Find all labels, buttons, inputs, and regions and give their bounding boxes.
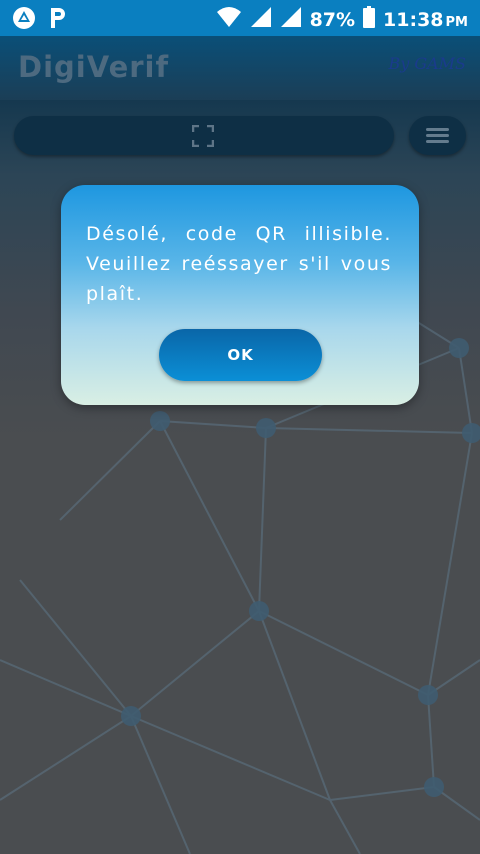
status-bar: 87% 11:38 PM <box>0 0 480 36</box>
status-bar-notifications <box>12 6 68 34</box>
clock-time: 11:38 <box>383 8 444 31</box>
cellular-signal-icon <box>250 6 272 33</box>
battery-percent: 87% <box>309 8 356 31</box>
clock: 11:38 PM <box>383 9 468 31</box>
battery-icon <box>363 6 376 33</box>
error-dialog: Désolé, code QR illisible. Veuillez reés… <box>61 185 419 405</box>
app-bar: DigiVerif By GAMS <box>0 36 480 100</box>
menu-button[interactable] <box>409 116 466 155</box>
wifi-icon <box>216 6 242 33</box>
qr-scan-frame-icon[interactable] <box>191 124 215 151</box>
drive-style-notification-icon <box>12 6 36 34</box>
clock-am-pm: PM <box>445 14 468 30</box>
app-signature-logo: By GAMS <box>388 54 466 73</box>
app-title: DigiVerif <box>18 50 170 84</box>
ok-button[interactable]: OK <box>159 329 322 381</box>
parking-p-icon <box>48 6 68 34</box>
dialog-message: Désolé, code QR illisible. Veuillez reés… <box>86 223 392 305</box>
qr-scan-bar[interactable] <box>14 116 394 155</box>
cellular-signal-2-icon <box>280 6 302 33</box>
status-bar-system: 87% 11:38 PM <box>216 6 468 33</box>
